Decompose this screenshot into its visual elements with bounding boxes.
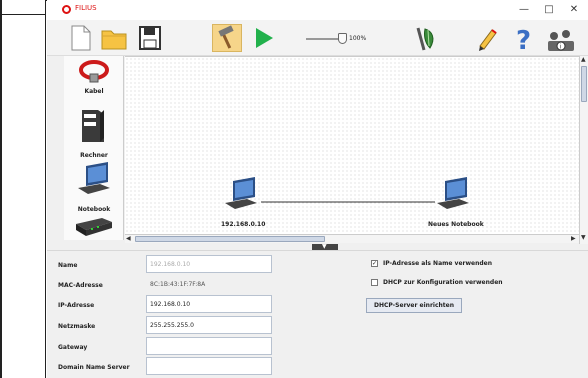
title-bar: FILIUS — □ ✕ [47, 0, 588, 20]
scroll-right-icon[interactable]: ▶ [571, 235, 576, 243]
save-icon[interactable] [135, 24, 165, 52]
scroll-down-icon[interactable]: ▼ [581, 234, 586, 242]
device-label-2[interactable]: Neues Notebook [428, 221, 484, 228]
palette-label-notebook: Notebook [77, 206, 111, 213]
name-label: Name [58, 262, 78, 269]
zoom-slider-knob[interactable] [338, 33, 347, 44]
switch-icon [76, 218, 112, 236]
netmask-field[interactable]: 255.255.255.0 [146, 316, 272, 334]
app-logo-icon [62, 5, 71, 14]
device-label-1[interactable]: 192.168.0.10 [221, 221, 265, 228]
zoom-slider-track[interactable] [306, 38, 342, 40]
open-folder-icon[interactable] [99, 24, 129, 52]
ip-field[interactable]: 192.168.0.10 [146, 295, 272, 313]
name-field[interactable]: 192.168.0.10 [146, 255, 272, 273]
canvas-horizontal-scrollbar[interactable]: ◀ ▶ [125, 234, 579, 243]
svg-text:?: ? [516, 26, 531, 52]
notebook-icon [437, 177, 469, 209]
notebook-icon [225, 177, 257, 209]
dhcp-server-button[interactable]: DHCP-Server einrichten [366, 298, 462, 313]
ip-as-name-label: IP-Adresse als Name verwenden [383, 260, 492, 267]
gateway-field[interactable] [146, 337, 272, 355]
device-notebook-1[interactable] [219, 175, 263, 219]
netmask-label: Netzmaske [58, 323, 96, 330]
close-button[interactable]: ✕ [567, 3, 581, 17]
ip-label: IP-Adresse [58, 302, 95, 309]
filius-window: FILIUS — □ ✕ 100% ? i Kabel Rechner Note… [47, 0, 588, 378]
mac-value: 8C:1B:43:1F:7F:8A [150, 281, 206, 288]
maximize-button[interactable]: □ [542, 3, 556, 17]
minimize-button[interactable]: — [517, 3, 531, 17]
dhcp-config-checkbox[interactable] [371, 279, 378, 286]
chevron-down-icon: ▼ [322, 243, 327, 250]
cable-icon [79, 60, 109, 83]
new-file-icon[interactable] [65, 24, 95, 52]
window-title: FILIUS [75, 4, 97, 12]
run-mode-play-icon[interactable] [249, 24, 279, 52]
horizontal-scroll-thumb[interactable] [135, 236, 325, 242]
vertical-scroll-thumb[interactable] [581, 66, 587, 102]
canvas-vertical-scrollbar[interactable]: ▲ ▼ [579, 56, 588, 244]
dhcp-config-label: DHCP zur Konfiguration verwenden [383, 279, 503, 286]
documentation-icon[interactable] [412, 24, 442, 52]
palette-item-switch[interactable] [64, 214, 123, 240]
network-canvas[interactable]: 192.168.0.10 Neues Notebook [125, 56, 579, 234]
network-links [261, 201, 435, 203]
info-icon[interactable]: i [544, 24, 574, 52]
scroll-left-icon[interactable]: ◀ [126, 235, 131, 243]
palette-item-notebook[interactable] [64, 160, 123, 204]
device-notebook-2[interactable] [431, 175, 475, 219]
design-mode-hammer-icon[interactable] [212, 24, 242, 52]
palette-label-computer: Rechner [80, 152, 108, 159]
properties-panel [47, 250, 588, 378]
toolbar: 100% ? i [47, 20, 588, 56]
component-palette: Kabel Rechner Notebook [64, 56, 124, 240]
dns-label: Domain Name Server [58, 364, 130, 371]
palette-item-cable[interactable] [64, 58, 123, 88]
dns-field[interactable] [146, 357, 272, 375]
left-gutter [2, 0, 46, 378]
palette-label-cable: Kabel [84, 88, 104, 95]
mac-label: MAC-Adresse [58, 282, 103, 289]
palette-item-computer[interactable] [64, 106, 123, 150]
ip-as-name-checkbox[interactable]: ✓ [371, 260, 378, 267]
computer-icon [82, 110, 104, 142]
scroll-up-icon[interactable]: ▲ [581, 56, 586, 64]
help-icon[interactable]: ? [507, 24, 537, 56]
notebook-icon [78, 162, 110, 194]
zoom-label: 100% [349, 35, 367, 42]
edit-pencil-icon[interactable] [471, 24, 501, 52]
gateway-label: Gateway [58, 344, 88, 351]
